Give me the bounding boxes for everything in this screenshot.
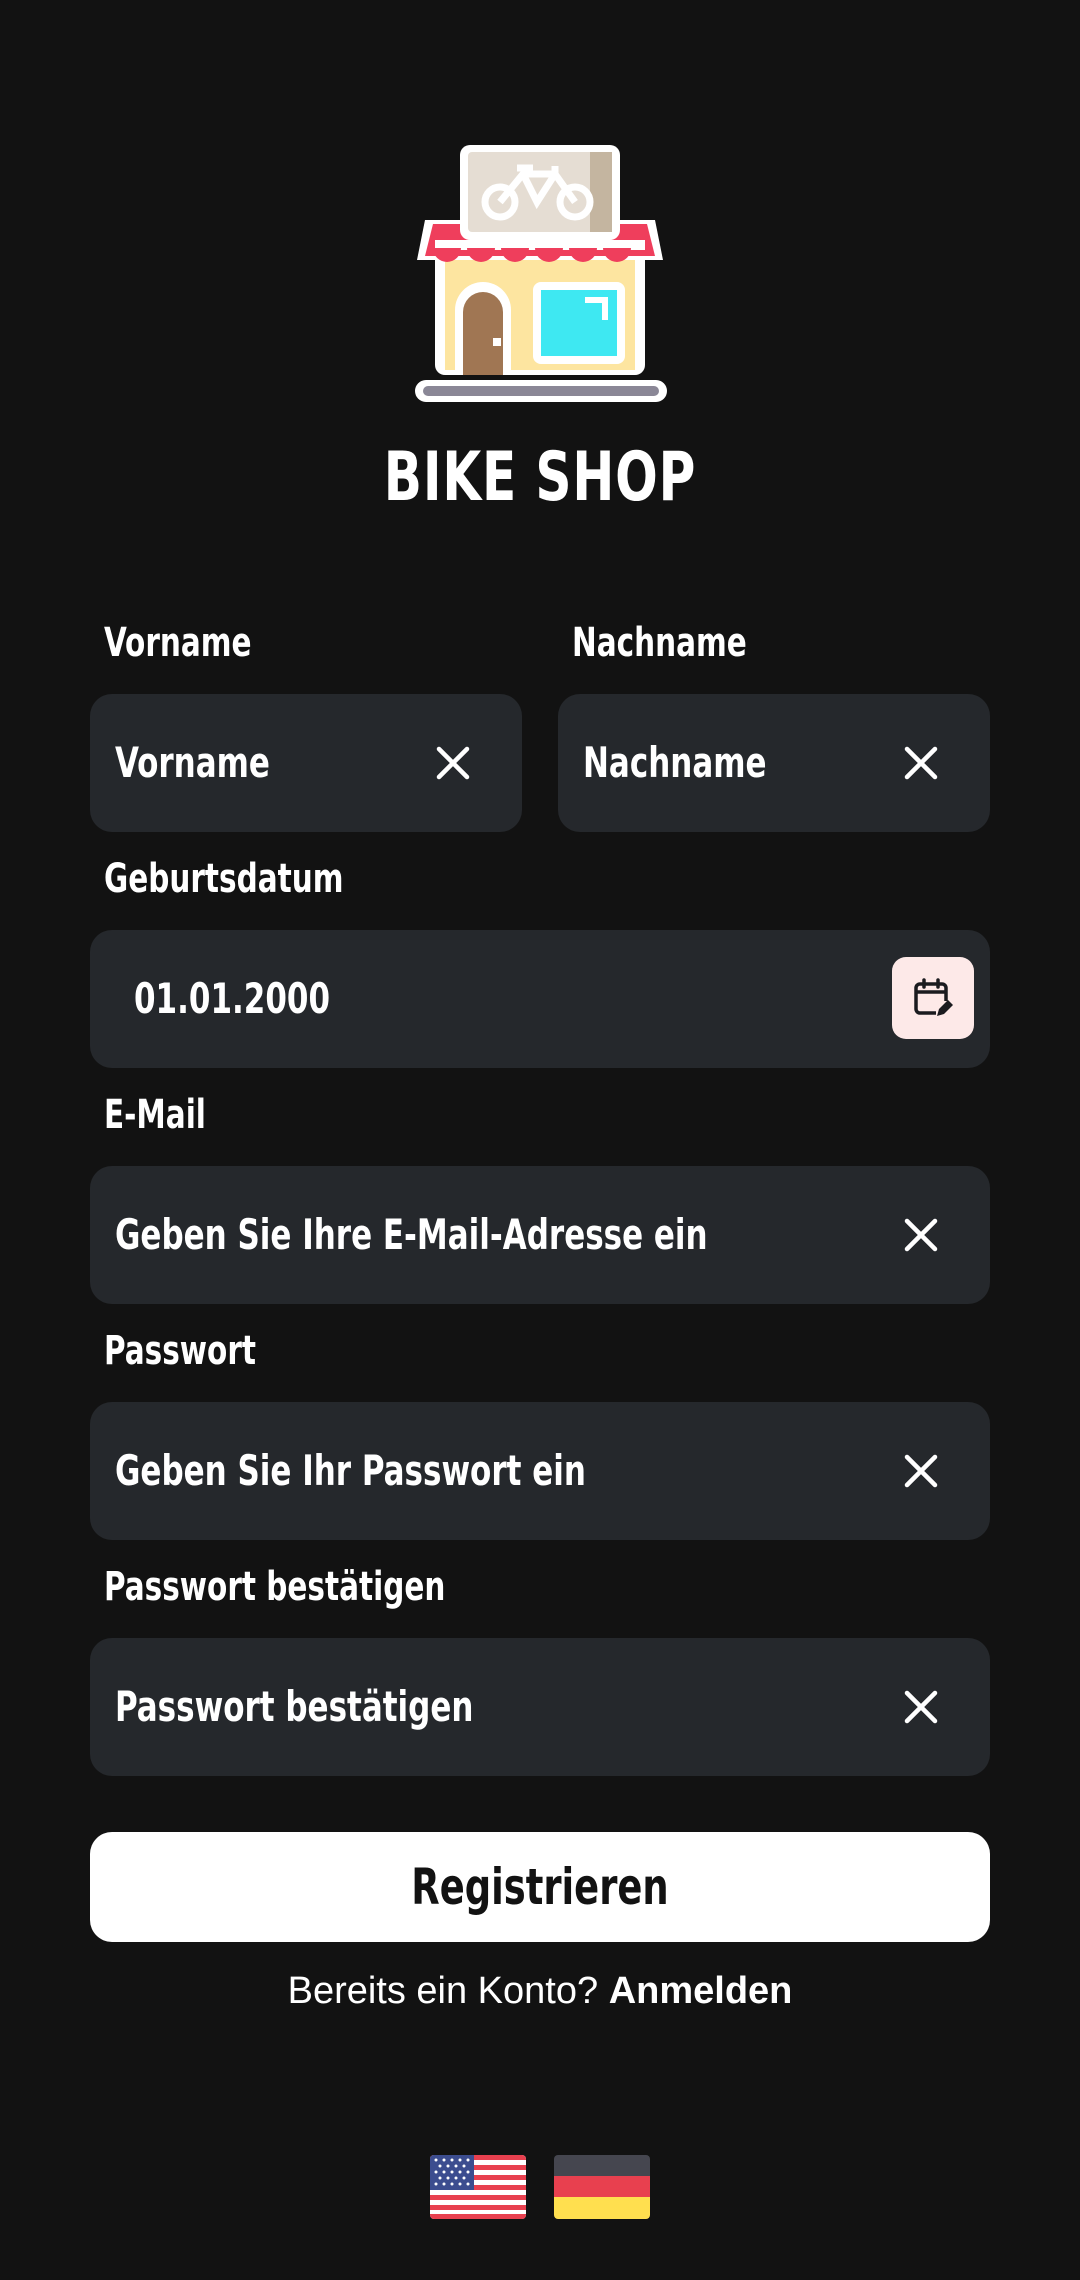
birthdate-field[interactable]: 01.01.2000 — [90, 930, 990, 1068]
us-flag-icon[interactable] — [430, 2155, 526, 2219]
first-name-label: Vorname — [104, 620, 252, 666]
login-prompt: Bereits ein Konto? Anmelden — [0, 1970, 1080, 2013]
close-icon[interactable] — [900, 1450, 942, 1492]
email-label: E-Mail — [104, 1092, 206, 1138]
confirm-password-label: Passwort bestätigen — [104, 1564, 446, 1610]
birthdate-value: 01.01.2000 — [134, 974, 331, 1023]
confirm-password-placeholder: Passwort bestätigen — [115, 1682, 474, 1731]
password-placeholder: Geben Sie Ihr Passwort ein — [115, 1446, 586, 1495]
email-field[interactable]: Geben Sie Ihre E-Mail-Adresse ein — [90, 1166, 990, 1304]
close-icon[interactable] — [900, 1686, 942, 1728]
birthdate-label: Geburtsdatum — [104, 856, 344, 902]
first-name-placeholder: Vorname — [115, 738, 270, 787]
first-name-field[interactable]: Vorname — [90, 694, 522, 832]
last-name-placeholder: Nachname — [583, 738, 767, 787]
close-icon[interactable] — [900, 1214, 942, 1256]
login-prompt-text: Bereits ein Konto? — [287, 1970, 609, 2012]
app-title: BIKE SHOP — [383, 438, 697, 517]
password-label: Passwort — [104, 1328, 256, 1374]
login-link[interactable]: Anmelden — [609, 1970, 793, 2012]
calendar-edit-icon — [914, 978, 953, 1017]
bike-shop-logo-icon — [415, 145, 667, 402]
de-flag-icon[interactable] — [554, 2155, 650, 2219]
last-name-field[interactable]: Nachname — [558, 694, 990, 832]
close-icon[interactable] — [432, 742, 474, 784]
email-placeholder: Geben Sie Ihre E-Mail-Adresse ein — [115, 1210, 708, 1259]
register-button[interactable]: Registrieren — [90, 1832, 990, 1942]
password-field[interactable]: Geben Sie Ihr Passwort ein — [90, 1402, 990, 1540]
confirm-password-field[interactable]: Passwort bestätigen — [90, 1638, 990, 1776]
register-button-label: Registrieren — [411, 1858, 669, 1916]
date-picker-button[interactable] — [892, 957, 974, 1039]
last-name-label: Nachname — [572, 620, 747, 666]
close-icon[interactable] — [900, 742, 942, 784]
